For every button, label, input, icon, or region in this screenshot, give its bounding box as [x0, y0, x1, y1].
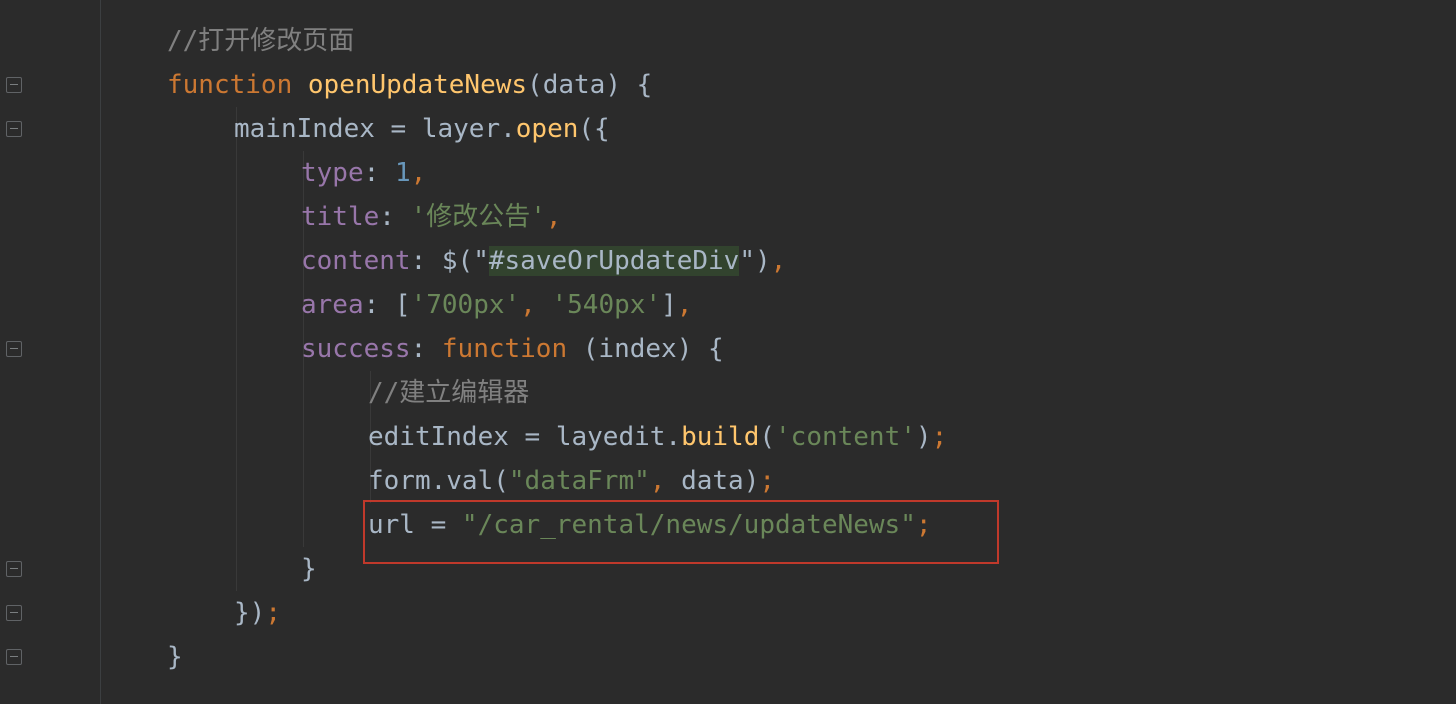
code-token: openUpdateNews: [307, 70, 528, 100]
fold-open-icon[interactable]: [6, 77, 22, 93]
code-token: }: [167, 642, 183, 672]
code-line[interactable]: content: $("#saveOrUpdateDiv"),: [301, 239, 786, 283]
code-token: area: [301, 290, 364, 320]
indent-guide: [236, 107, 237, 591]
code-token: (index) {: [567, 334, 724, 364]
code-line[interactable]: success: function (index) {: [301, 327, 724, 371]
code-line[interactable]: area: ['700px', '540px'],: [301, 283, 692, 327]
code-token: open: [515, 114, 579, 144]
code-token: 'content': [775, 422, 916, 452]
code-token: '540px': [551, 290, 662, 320]
code-token: form.val(: [368, 466, 509, 496]
code-token: ,: [770, 246, 787, 276]
code-line[interactable]: editIndex = layedit.build('content');: [368, 415, 947, 459]
code-line[interactable]: });: [234, 591, 281, 635]
code-line[interactable]: url = "/car_rental/news/updateNews";: [368, 503, 932, 547]
gutter-divider: [100, 0, 101, 704]
code-token: ,: [545, 202, 562, 232]
code-token: content: [301, 246, 411, 276]
code-token: "): [739, 246, 771, 276]
code-token: : [: [363, 290, 411, 320]
code-line[interactable]: title: '修改公告',: [301, 195, 562, 239]
code-line[interactable]: //建立编辑器: [368, 371, 529, 415]
code-token: ): [915, 422, 932, 452]
code-token: ,: [410, 158, 427, 188]
fold-open-icon[interactable]: [6, 121, 22, 137]
code-token: build: [681, 422, 760, 452]
code-token: ;: [931, 422, 948, 452]
code-line[interactable]: form.val("dataFrm", data);: [368, 459, 775, 503]
code-token: }: [301, 554, 317, 584]
code-line[interactable]: }: [301, 547, 317, 591]
code-token: success: [301, 334, 411, 364]
code-token: type: [301, 158, 364, 188]
code-token: (data) {: [527, 70, 653, 100]
code-token: ;: [915, 510, 932, 540]
code-token: ,: [649, 466, 666, 496]
code-token: function: [441, 334, 568, 364]
code-token: ,: [676, 290, 693, 320]
code-editor[interactable]: //打开修改页面 function openUpdateNews(data) {m…: [0, 0, 1456, 704]
code-line[interactable]: }: [167, 635, 183, 679]
fold-close-icon[interactable]: [6, 649, 22, 665]
code-token: ({: [578, 114, 610, 144]
code-line[interactable]: mainIndex = layer.open({: [234, 107, 610, 151]
fold-open-icon[interactable]: [6, 341, 22, 357]
code-token: :: [363, 158, 395, 188]
code-token: "/car_rental/news/updateNews": [461, 510, 916, 540]
fold-close-icon[interactable]: [6, 605, 22, 621]
fold-close-icon[interactable]: [6, 561, 22, 577]
code-line[interactable]: //打开修改页面: [167, 19, 354, 63]
code-token: function: [167, 70, 293, 100]
code-token: mainIndex = layer.: [234, 114, 516, 144]
code-token: "dataFrm": [508, 466, 650, 496]
code-token: ]: [661, 290, 677, 320]
code-line[interactable]: type: 1,: [301, 151, 426, 195]
code-token: }): [234, 598, 266, 628]
code-token: '700px': [410, 290, 521, 320]
code-token: :: [379, 202, 411, 232]
code-token: data): [665, 466, 760, 496]
code-token: : $(": [410, 246, 489, 276]
code-token: (: [759, 422, 776, 452]
code-token: ,: [520, 290, 536, 320]
code-token: //打开修改页面: [167, 26, 355, 56]
code-token: 1: [394, 158, 411, 188]
code-token: '修改公告': [410, 202, 546, 232]
code-token: #saveOrUpdateDiv: [488, 246, 740, 276]
code-line[interactable]: function openUpdateNews(data) {: [167, 63, 652, 107]
code-token: title: [301, 202, 380, 232]
code-token: ;: [759, 466, 776, 496]
code-token: editIndex = layedit.: [368, 422, 682, 452]
code-token: //建立编辑器: [368, 378, 530, 408]
code-token: :: [410, 334, 442, 364]
code-token: url =: [368, 510, 462, 540]
code-token: ;: [265, 598, 281, 628]
